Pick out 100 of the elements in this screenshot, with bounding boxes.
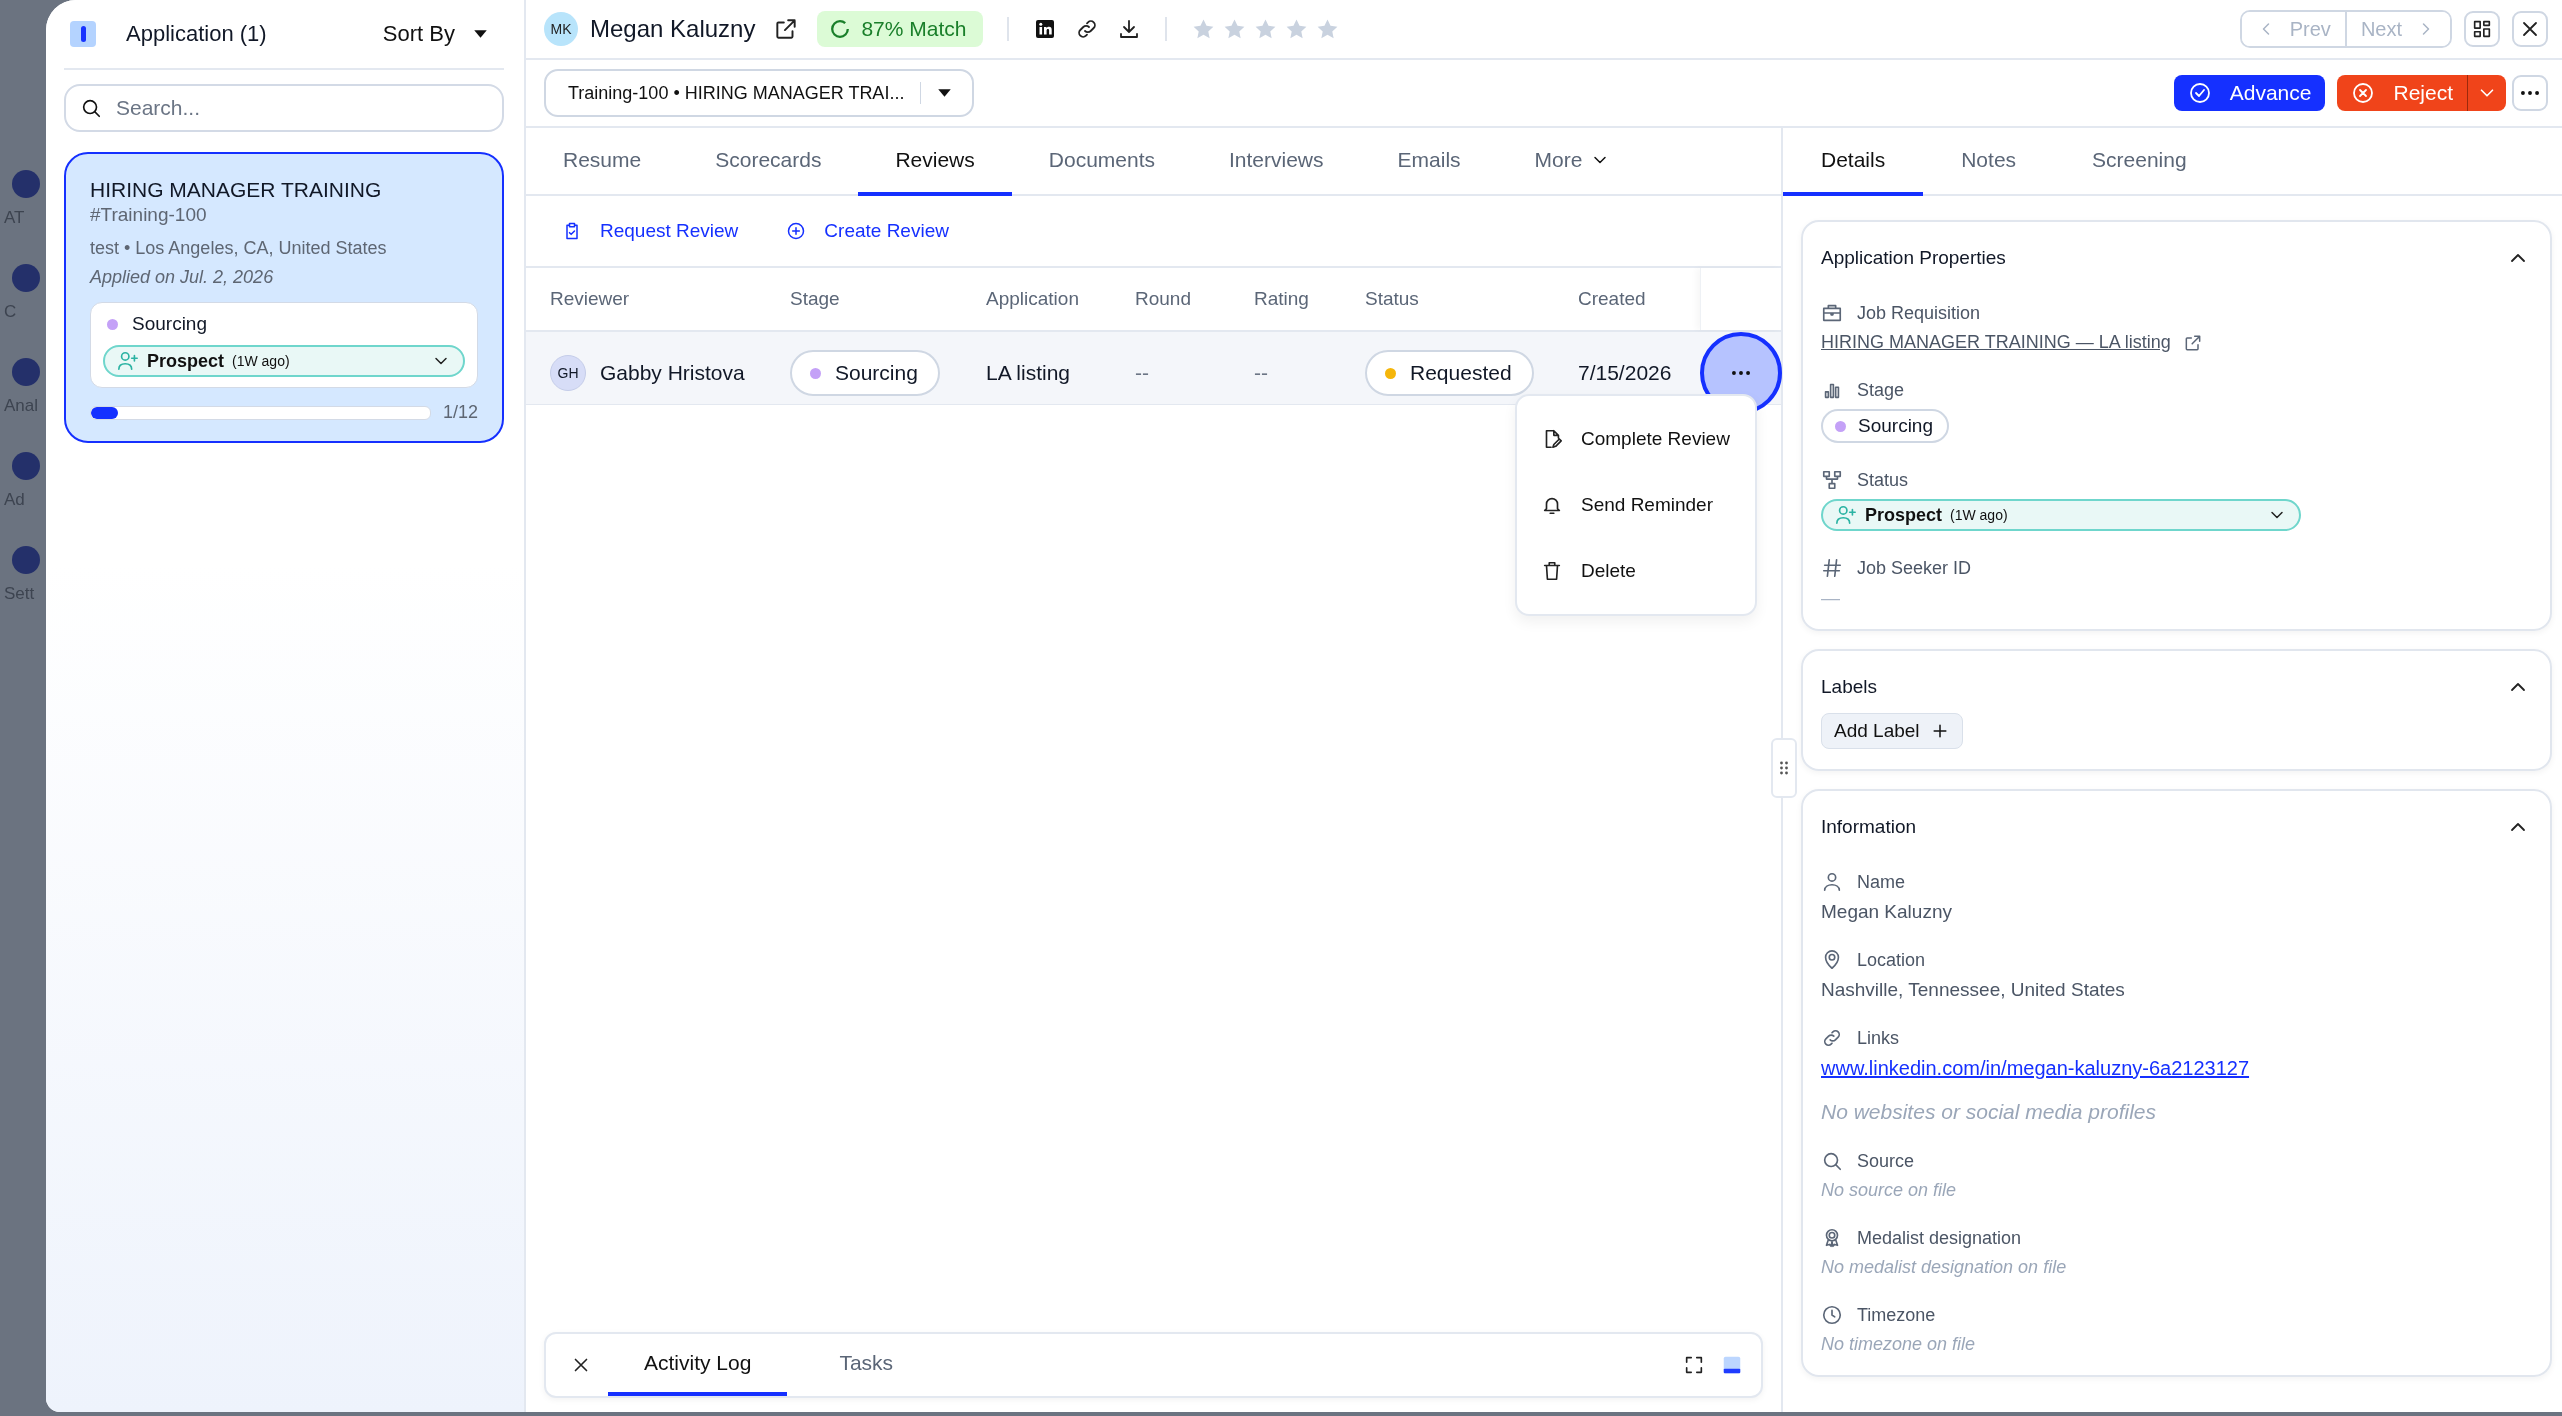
candidate-avatar: MK — [544, 12, 578, 46]
column-header: Stage — [790, 288, 841, 310]
briefcase-icon — [1821, 302, 1843, 324]
card-title: Labels — [1821, 676, 1877, 698]
sort-by-button[interactable]: Sort By — [382, 21, 498, 47]
grid-icon — [2471, 18, 2493, 40]
status-pill: Requested — [1365, 350, 1534, 396]
close-button[interactable] — [2512, 11, 2548, 47]
table-cell-text: 7/15/2026 — [1578, 361, 1673, 385]
card-title: Information — [1821, 816, 1917, 838]
field-label: Timezone — [1857, 1304, 1936, 1326]
candidate-name: Megan Kaluzny — [590, 15, 756, 43]
menu-item[interactable]: Send Reminder — [1517, 472, 1755, 538]
field-label: Name — [1857, 871, 1905, 893]
tab[interactable]: More — [1497, 128, 1648, 196]
advance-button[interactable]: Advance — [2173, 75, 2326, 111]
search-input[interactable]: Search... — [114, 95, 488, 121]
person-plus-icon — [1835, 504, 1857, 526]
tab[interactable]: Scorecards — [678, 128, 859, 196]
reviewer-name: Gabby Hristova — [600, 361, 745, 385]
applied-date: Applied on Jul. 2, 2026 — [90, 267, 275, 288]
job-code: #Training-100 — [90, 204, 208, 226]
tab[interactable]: Details — [1783, 128, 1924, 196]
field-label: Stage — [1857, 379, 1905, 401]
tab[interactable]: Screening — [2054, 128, 2225, 196]
layout-button[interactable] — [2464, 11, 2500, 47]
column-header: Rating — [1254, 288, 1310, 310]
nav-icon — [12, 546, 40, 574]
table-cell-text: LA listing — [986, 361, 1072, 385]
tab[interactable]: Emails — [1360, 128, 1498, 196]
tab[interactable]: Interviews — [1192, 128, 1361, 196]
more-icon — [2521, 91, 2539, 95]
status-dropdown[interactable]: Prospect (1W ago) — [103, 345, 465, 377]
menu-item[interactable]: Complete Review — [1517, 406, 1755, 472]
person-plus-icon — [117, 350, 139, 372]
field-label: Job Requisition — [1857, 302, 1981, 324]
nav-icon — [12, 170, 40, 198]
expand-icon[interactable] — [1683, 1354, 1705, 1376]
caret-icon — [937, 88, 953, 98]
empty-note: No medalist designation on file — [1821, 1257, 2068, 1278]
person-icon — [1821, 871, 1843, 893]
stage-pill: Sourcing — [1821, 409, 1949, 443]
table-cell-text: -- — [1135, 361, 1150, 385]
empty-note: No websites or social media profiles — [1821, 1100, 2157, 1124]
field-label: Job Seeker ID — [1857, 557, 1972, 579]
table-cell-text: -- — [1254, 361, 1269, 385]
status-dropdown[interactable]: Prospect (1W ago) — [1821, 499, 2301, 531]
application-select[interactable]: Training-100 • HIRING MANAGER TRAI... — [544, 69, 975, 117]
job-title: HIRING MANAGER TRAINING — [90, 178, 383, 202]
profile-link[interactable]: www.linkedin.com/in/megan-kaluzny-6a2123127 — [1821, 1057, 2250, 1080]
add-label-button[interactable]: Add Label — [1821, 713, 1963, 749]
field-label: Source — [1857, 1150, 1915, 1172]
column-header: Status — [1365, 288, 1420, 310]
field-value: — — [1821, 587, 1841, 609]
field-value: Nashville, Tennessee, United States — [1821, 979, 2126, 1001]
more-icon — [1732, 371, 1750, 375]
progress-count: 1/12 — [442, 402, 478, 423]
panel-toggle-icon[interactable] — [70, 21, 96, 47]
column-header: Created — [1578, 288, 1647, 310]
empty-note: No timezone on file — [1821, 1334, 1977, 1355]
application-card[interactable]: HIRING MANAGER TRAINING #Training-100 test • Los Angeles, CA, United States Applied on Jul. 2, 2026 Sourcing Prospect (1W ago) 1/12 — [64, 152, 504, 443]
tab[interactable]: Resume — [526, 128, 679, 196]
card-title: Application Properties — [1821, 247, 2006, 269]
field-label: Location — [1857, 949, 1926, 971]
stage-pill: Sourcing — [790, 350, 940, 396]
tab[interactable]: Activity Log — [608, 1334, 788, 1396]
trash-icon — [1541, 560, 1563, 582]
reviewer-avatar: GH — [550, 355, 586, 391]
panel-title: Application (1) — [126, 21, 268, 47]
dock-icon[interactable] — [1721, 1354, 1743, 1376]
field-label: Medalist designation — [1857, 1227, 2022, 1249]
clock-icon — [1821, 1304, 1843, 1326]
empty-note: No source on file — [1821, 1180, 1958, 1201]
resize-handle[interactable] — [1771, 738, 1797, 798]
field-label: Links — [1857, 1027, 1900, 1049]
search-icon — [80, 97, 102, 119]
create-review-link[interactable]: Create Review — [786, 220, 949, 242]
search-field[interactable]: Search... — [64, 84, 504, 132]
stage-label: Sourcing — [132, 313, 207, 335]
nav-icon — [12, 452, 40, 480]
column-header: Application — [986, 288, 1080, 310]
field-label: Status — [1857, 469, 1909, 491]
more-button[interactable] — [2512, 75, 2548, 111]
tab[interactable]: Reviews — [858, 128, 1012, 196]
match-badge: 87% Match — [817, 11, 983, 47]
tab[interactable]: Tasks — [803, 1334, 930, 1396]
column-header: Round — [1135, 288, 1192, 310]
field-value: Megan Kaluzny — [1821, 901, 1953, 923]
tab[interactable]: Documents — [1011, 128, 1192, 196]
requisition-link[interactable]: HIRING MANAGER TRAINING — LA listing — [1821, 332, 2171, 353]
hierarchy-icon — [1821, 469, 1843, 491]
menu-item[interactable]: Delete — [1517, 538, 1755, 604]
request-review-link[interactable]: Request Review — [562, 220, 739, 242]
nav-icon — [12, 358, 40, 386]
job-location: test • Los Angeles, CA, United States — [90, 238, 388, 259]
nav-icon — [12, 264, 40, 292]
search-icon — [1821, 1150, 1843, 1172]
tab[interactable]: Notes — [1923, 128, 2055, 196]
hash-icon — [1821, 557, 1843, 579]
link-icon — [1821, 1027, 1843, 1049]
